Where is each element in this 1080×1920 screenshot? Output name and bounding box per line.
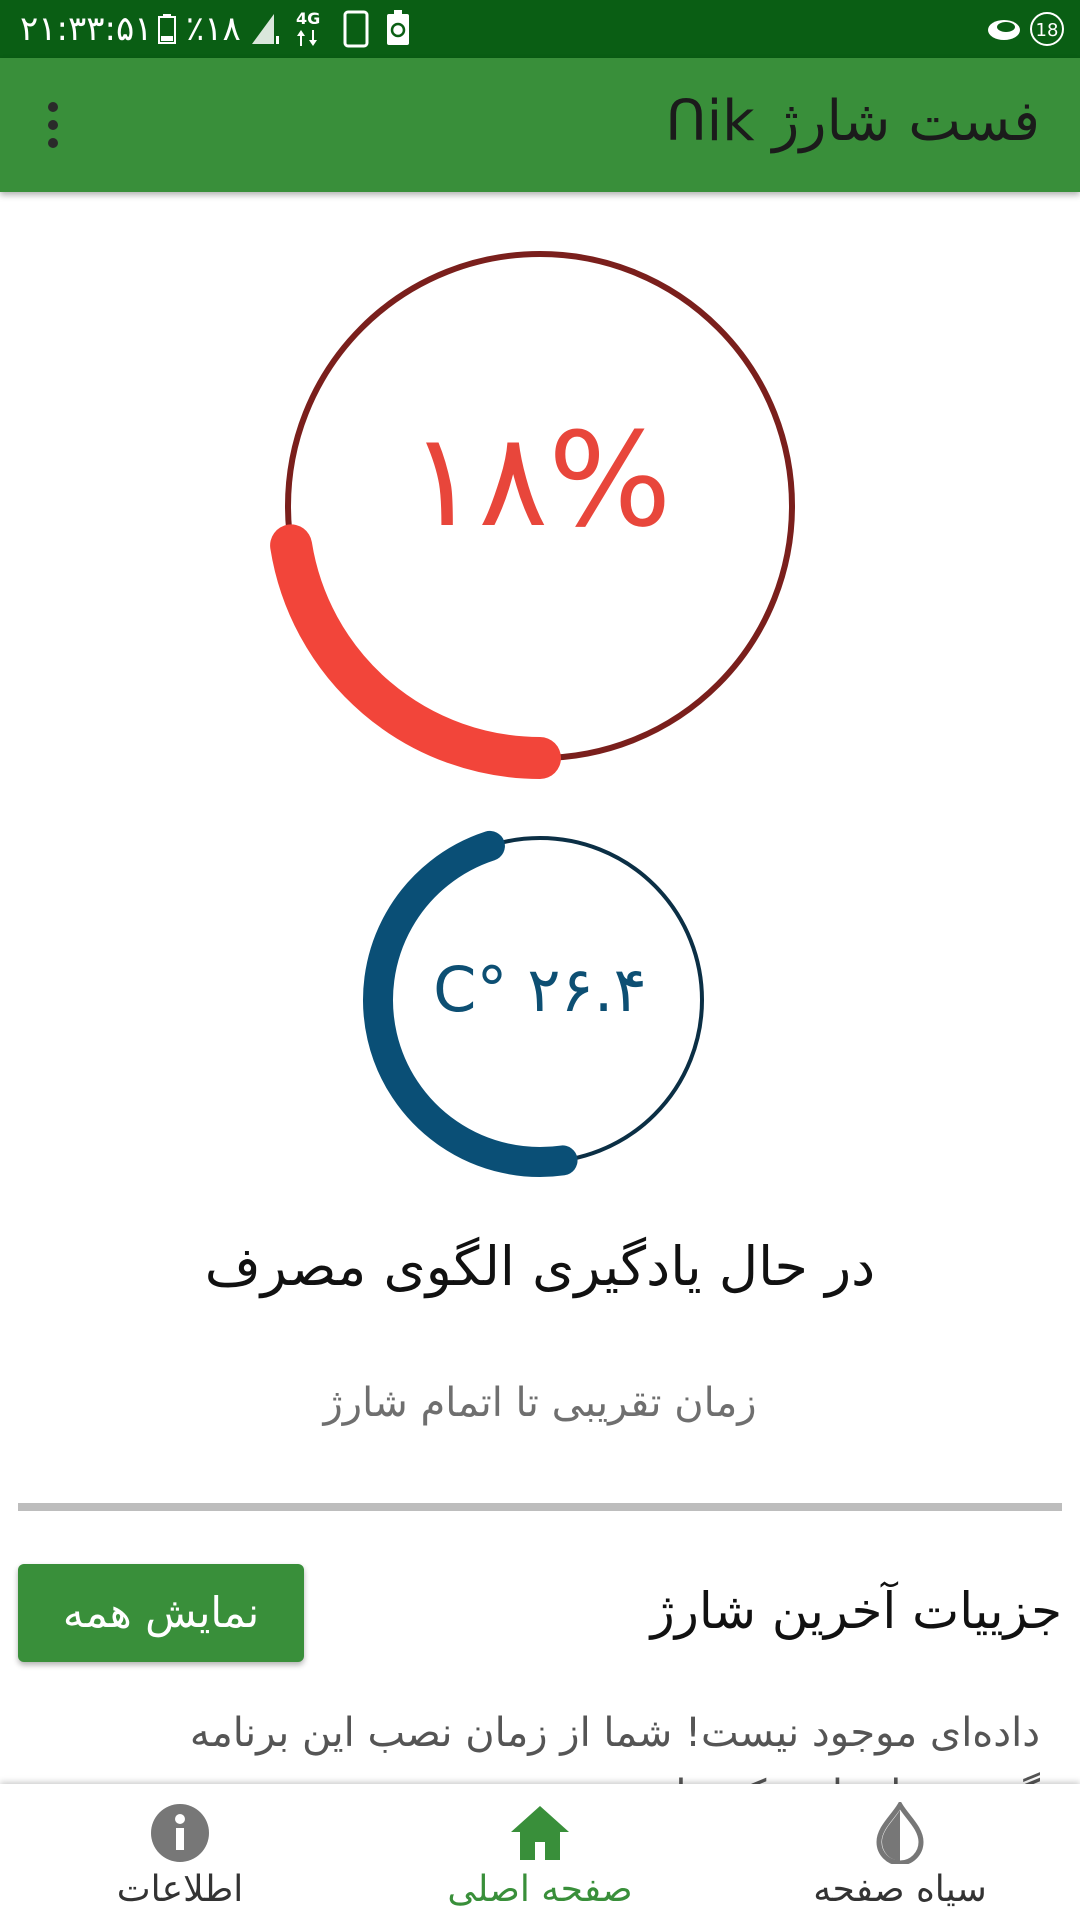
invert-colors-icon [876,1802,924,1864]
empty-message: داده‌ای موجود نیست! شما از زمان نصب این … [189,1710,1040,1784]
details-title: جزییات آخرین شارژ [650,1582,1062,1640]
nav-item-home[interactable]: صفحه اصلی [390,1784,690,1920]
nav-item-dark-screen[interactable]: سیاه صفحه [750,1784,1050,1920]
nav-label-home: صفحه اصلی [447,1869,633,1910]
home-icon [511,1806,569,1860]
battery-gauge-progress [270,524,561,779]
info-icon [151,1804,209,1862]
battery-percent-text: ۱۸% [408,404,672,556]
nav-label-info: اطلاعات [116,1869,244,1910]
nav-label-dark-screen: سیاه صفحه [813,1869,987,1910]
status-message: در حال یادگیری الگوی مصرف [204,1235,876,1298]
bottom-nav: اطلاعات صفحه اصلی سیاه صفحه [0,1784,1080,1920]
show-all-button[interactable]: نمایش همه [18,1564,304,1662]
nav-item-info[interactable]: اطلاعات [30,1784,330,1920]
eta-label: زمان تقریبی تا اتمام شارژ [323,1380,757,1426]
divider [18,1503,1062,1511]
temperature-text: ۲۶.۴ °C [433,953,647,1026]
